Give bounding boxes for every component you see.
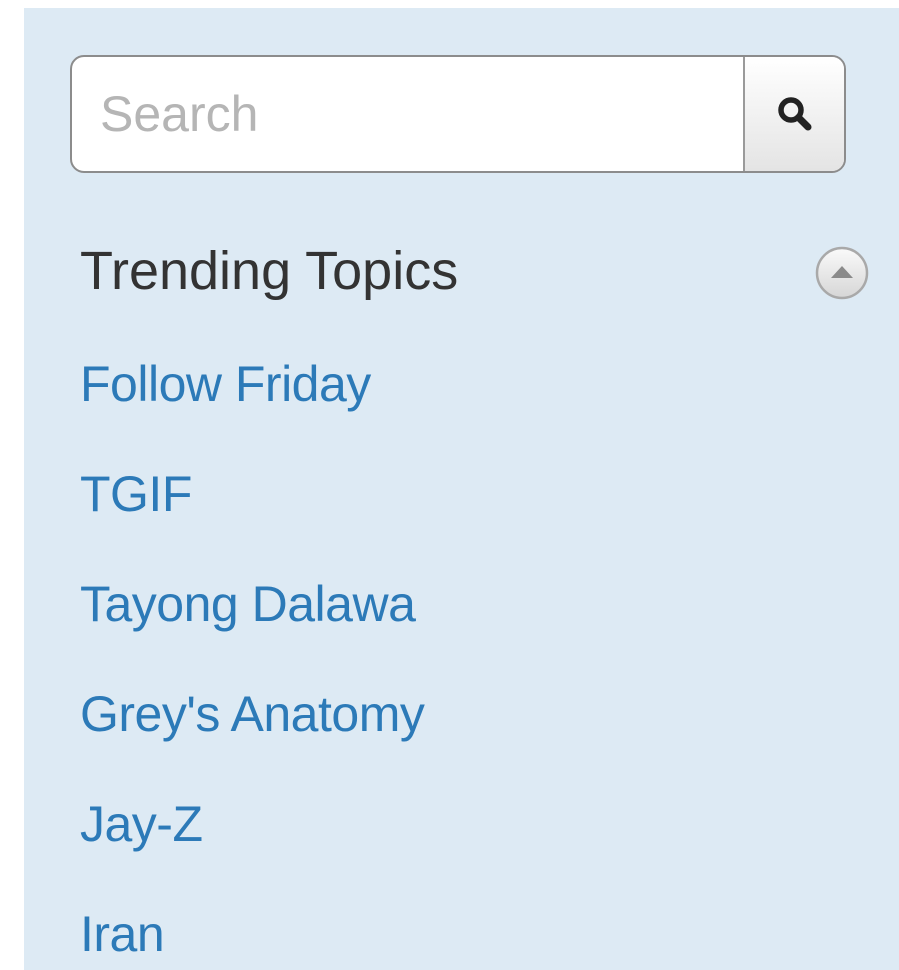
collapse-up-icon: [815, 246, 869, 300]
trending-topics-title: Trending Topics: [80, 241, 459, 301]
search-form: [70, 55, 846, 173]
trending-topic-link[interactable]: Iran: [80, 906, 165, 962]
trending-topics-header: Trending Topics: [80, 238, 870, 304]
trending-topic-link[interactable]: TGIF: [80, 466, 192, 522]
search-icon: [777, 97, 811, 131]
trending-topic-link[interactable]: Tayong Dalawa: [80, 576, 416, 632]
trending-topic-link[interactable]: Follow Friday: [80, 356, 371, 412]
sidebar: Trending Topics Follow Friday TGIF Tayon…: [24, 8, 899, 970]
list-item: TGIF: [80, 453, 424, 563]
list-item: Iran: [80, 893, 424, 970]
search-input[interactable]: [72, 57, 743, 171]
list-item: Grey's Anatomy: [80, 673, 425, 783]
list-item: Jay-Z: [80, 783, 424, 893]
list-item: Follow Friday: [80, 343, 424, 453]
collapse-trending-button[interactable]: [814, 245, 870, 301]
trending-topic-link[interactable]: Grey's Anatomy: [80, 686, 425, 742]
list-item: Tayong Dalawa: [80, 563, 424, 673]
trending-topic-link[interactable]: Jay-Z: [80, 796, 203, 852]
search-button[interactable]: [743, 57, 844, 171]
trending-topics-list: Follow Friday TGIF Tayong Dalawa Grey's …: [80, 343, 425, 970]
